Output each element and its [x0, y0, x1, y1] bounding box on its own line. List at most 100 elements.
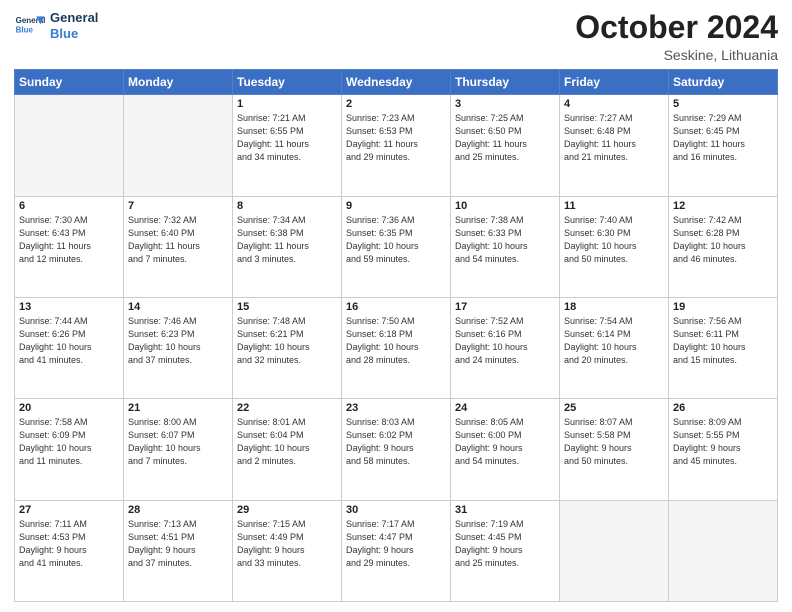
day-number: 31: [455, 504, 555, 516]
day-number: 26: [673, 402, 773, 414]
calendar-week-5: 27Sunrise: 7:11 AM Sunset: 4:53 PM Dayli…: [15, 500, 778, 601]
day-info: Sunrise: 7:13 AM Sunset: 4:51 PM Dayligh…: [128, 518, 228, 570]
day-info: Sunrise: 7:50 AM Sunset: 6:18 PM Dayligh…: [346, 315, 446, 367]
weekday-header-thursday: Thursday: [451, 70, 560, 95]
weekday-header-friday: Friday: [560, 70, 669, 95]
calendar-week-2: 6Sunrise: 7:30 AM Sunset: 6:43 PM Daylig…: [15, 196, 778, 297]
day-number: 12: [673, 200, 773, 212]
day-info: Sunrise: 7:46 AM Sunset: 6:23 PM Dayligh…: [128, 315, 228, 367]
calendar-cell: 1Sunrise: 7:21 AM Sunset: 6:55 PM Daylig…: [233, 95, 342, 196]
svg-text:Blue: Blue: [16, 25, 34, 34]
day-info: Sunrise: 7:56 AM Sunset: 6:11 PM Dayligh…: [673, 315, 773, 367]
day-info: Sunrise: 7:34 AM Sunset: 6:38 PM Dayligh…: [237, 214, 337, 266]
calendar-cell: [15, 95, 124, 196]
logo-text: General Blue: [50, 10, 98, 41]
day-number: 30: [346, 504, 446, 516]
day-number: 7: [128, 200, 228, 212]
day-info: Sunrise: 7:27 AM Sunset: 6:48 PM Dayligh…: [564, 112, 664, 164]
calendar-cell: 22 Sunrise: 8:01 AM Sunset: 6:04 PM Dayli…: [233, 399, 342, 500]
calendar-cell: 29 Sunrise: 7:15 AM Sunset: 4:49 PM Dayli…: [233, 500, 342, 601]
logo-icon: General Blue: [14, 10, 46, 42]
day-number: 3: [455, 98, 555, 110]
calendar-cell: 5 Sunrise: 7:29 AM Sunset: 6:45 PM Daylig…: [669, 95, 778, 196]
day-number: 9: [346, 200, 446, 212]
day-number: 2: [346, 98, 446, 110]
day-number: 29: [237, 504, 337, 516]
day-number: 18: [564, 301, 664, 313]
calendar-week-1: 1Sunrise: 7:21 AM Sunset: 6:55 PM Daylig…: [15, 95, 778, 196]
day-number: 17: [455, 301, 555, 313]
calendar-cell: 18Sunrise: 7:54 AM Sunset: 6:14 PM Dayli…: [560, 297, 669, 398]
calendar-cell: 2Sunrise: 7:23 AM Sunset: 6:53 PM Daylig…: [342, 95, 451, 196]
day-number: 19: [673, 301, 773, 313]
calendar-cell: 6Sunrise: 7:30 AM Sunset: 6:43 PM Daylig…: [15, 196, 124, 297]
logo: General Blue General Blue: [14, 10, 98, 42]
day-number: 23: [346, 402, 446, 414]
calendar-cell: 14 Sunrise: 7:46 AM Sunset: 6:23 PM Dayli…: [124, 297, 233, 398]
calendar-cell: 7 Sunrise: 7:32 AM Sunset: 6:40 PM Daylig…: [124, 196, 233, 297]
calendar-cell: 8Sunrise: 7:34 AM Sunset: 6:38 PM Daylig…: [233, 196, 342, 297]
weekday-header-tuesday: Tuesday: [233, 70, 342, 95]
day-info: Sunrise: 8:09 AM Sunset: 5:55 PM Dayligh…: [673, 416, 773, 468]
day-number: 27: [19, 504, 119, 516]
day-info: Sunrise: 7:30 AM Sunset: 6:43 PM Dayligh…: [19, 214, 119, 266]
calendar-week-4: 20 Sunrise: 7:58 AM Sunset: 6:09 PM Dayli…: [15, 399, 778, 500]
subtitle: Seskine, Lithuania: [575, 47, 778, 63]
title-block: October 2024 Seskine, Lithuania: [575, 10, 778, 63]
calendar-cell: 9Sunrise: 7:36 AM Sunset: 6:35 PM Daylig…: [342, 196, 451, 297]
calendar-cell: 21 Sunrise: 8:00 AM Sunset: 6:07 PM Dayli…: [124, 399, 233, 500]
calendar-cell: 13 Sunrise: 7:44 AM Sunset: 6:26 PM Dayli…: [15, 297, 124, 398]
calendar-cell: 4Sunrise: 7:27 AM Sunset: 6:48 PM Daylig…: [560, 95, 669, 196]
calendar-cell: 19 Sunrise: 7:56 AM Sunset: 6:11 PM Dayli…: [669, 297, 778, 398]
weekday-header-sunday: Sunday: [15, 70, 124, 95]
day-number: 5: [673, 98, 773, 110]
day-info: Sunrise: 7:19 AM Sunset: 4:45 PM Dayligh…: [455, 518, 555, 570]
calendar-cell: 26 Sunrise: 8:09 AM Sunset: 5:55 PM Dayli…: [669, 399, 778, 500]
calendar-cell: 15 Sunrise: 7:48 AM Sunset: 6:21 PM Dayli…: [233, 297, 342, 398]
day-number: 13: [19, 301, 119, 313]
calendar-cell: 23 Sunrise: 8:03 AM Sunset: 6:02 PM Dayli…: [342, 399, 451, 500]
day-info: Sunrise: 7:21 AM Sunset: 6:55 PM Dayligh…: [237, 112, 337, 164]
day-info: Sunrise: 7:15 AM Sunset: 4:49 PM Dayligh…: [237, 518, 337, 570]
day-info: Sunrise: 7:25 AM Sunset: 6:50 PM Dayligh…: [455, 112, 555, 164]
day-info: Sunrise: 8:00 AM Sunset: 6:07 PM Dayligh…: [128, 416, 228, 468]
page: General Blue General Blue October 2024 S…: [0, 0, 792, 612]
day-info: Sunrise: 7:29 AM Sunset: 6:45 PM Dayligh…: [673, 112, 773, 164]
day-info: Sunrise: 7:44 AM Sunset: 6:26 PM Dayligh…: [19, 315, 119, 367]
day-info: Sunrise: 7:42 AM Sunset: 6:28 PM Dayligh…: [673, 214, 773, 266]
day-info: Sunrise: 7:52 AM Sunset: 6:16 PM Dayligh…: [455, 315, 555, 367]
day-number: 16: [346, 301, 446, 313]
calendar-cell: [560, 500, 669, 601]
day-info: Sunrise: 8:07 AM Sunset: 5:58 PM Dayligh…: [564, 416, 664, 468]
day-number: 28: [128, 504, 228, 516]
day-info: Sunrise: 7:17 AM Sunset: 4:47 PM Dayligh…: [346, 518, 446, 570]
day-number: 22: [237, 402, 337, 414]
day-info: Sunrise: 7:48 AM Sunset: 6:21 PM Dayligh…: [237, 315, 337, 367]
calendar-cell: 27Sunrise: 7:11 AM Sunset: 4:53 PM Dayli…: [15, 500, 124, 601]
calendar-cell: 11Sunrise: 7:40 AM Sunset: 6:30 PM Dayli…: [560, 196, 669, 297]
calendar-cell: 31 Sunrise: 7:19 AM Sunset: 4:45 PM Dayli…: [451, 500, 560, 601]
calendar-cell: 10Sunrise: 7:38 AM Sunset: 6:33 PM Dayli…: [451, 196, 560, 297]
month-title: October 2024: [575, 10, 778, 45]
calendar-body: 1Sunrise: 7:21 AM Sunset: 6:55 PM Daylig…: [15, 95, 778, 602]
header: General Blue General Blue October 2024 S…: [14, 10, 778, 63]
calendar-cell: 28 Sunrise: 7:13 AM Sunset: 4:51 PM Dayli…: [124, 500, 233, 601]
calendar-cell: [124, 95, 233, 196]
day-number: 25: [564, 402, 664, 414]
calendar-table: SundayMondayTuesdayWednesdayThursdayFrid…: [14, 69, 778, 602]
weekday-header-row: SundayMondayTuesdayWednesdayThursdayFrid…: [15, 70, 778, 95]
day-number: 24: [455, 402, 555, 414]
day-info: Sunrise: 7:32 AM Sunset: 6:40 PM Dayligh…: [128, 214, 228, 266]
day-info: Sunrise: 8:05 AM Sunset: 6:00 PM Dayligh…: [455, 416, 555, 468]
day-info: Sunrise: 7:40 AM Sunset: 6:30 PM Dayligh…: [564, 214, 664, 266]
day-info: Sunrise: 7:58 AM Sunset: 6:09 PM Dayligh…: [19, 416, 119, 468]
calendar-cell: [669, 500, 778, 601]
day-number: 15: [237, 301, 337, 313]
calendar-cell: 12 Sunrise: 7:42 AM Sunset: 6:28 PM Dayli…: [669, 196, 778, 297]
calendar-cell: 17 Sunrise: 7:52 AM Sunset: 6:16 PM Dayli…: [451, 297, 560, 398]
day-number: 21: [128, 402, 228, 414]
day-info: Sunrise: 8:01 AM Sunset: 6:04 PM Dayligh…: [237, 416, 337, 468]
day-info: Sunrise: 8:03 AM Sunset: 6:02 PM Dayligh…: [346, 416, 446, 468]
day-number: 20: [19, 402, 119, 414]
day-number: 14: [128, 301, 228, 313]
